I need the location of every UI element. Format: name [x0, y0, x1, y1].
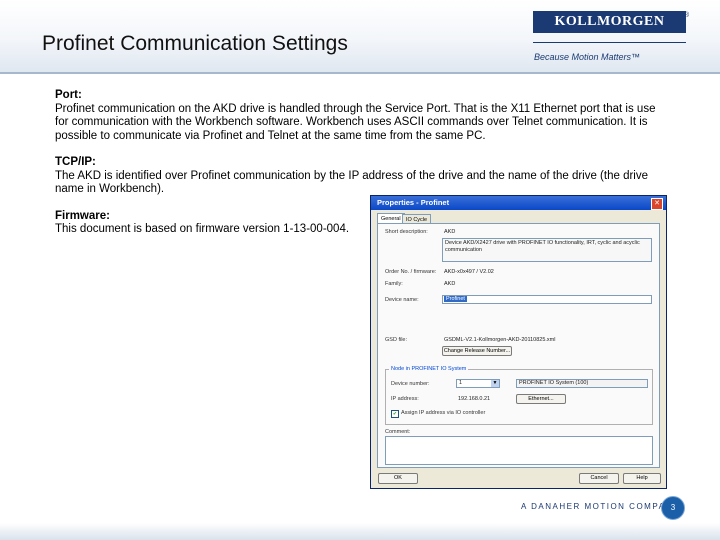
- general-panel: Short description: AKD Device AKD/X2427 …: [377, 223, 660, 468]
- chevron-down-icon[interactable]: ▼: [491, 380, 499, 387]
- change-release-button[interactable]: Change Release Number...: [442, 346, 512, 356]
- dialog-title: Properties - Profinet: [377, 198, 450, 207]
- footer-band: [0, 523, 720, 540]
- family-value: AKD: [444, 281, 456, 287]
- device-name-value: Profinet: [444, 296, 467, 302]
- ip-label: IP address:: [391, 396, 419, 402]
- page-title: Profinet Communication Settings: [42, 32, 348, 55]
- description-value: Device AKD/X2427 drive with PROFINET IO …: [445, 240, 640, 253]
- device-number-value: 1: [459, 380, 463, 386]
- port-text: Profinet communication on the AKD drive …: [55, 102, 656, 142]
- device-name-input[interactable]: Profinet: [442, 295, 652, 304]
- logo-divider: [533, 42, 686, 43]
- kollmorgen-logo: KOLLMORGEN: [533, 11, 686, 33]
- port-heading: Port:: [55, 89, 82, 101]
- ok-button[interactable]: OK: [378, 473, 418, 484]
- close-icon[interactable]: ✕: [651, 198, 663, 210]
- page-number: 3: [661, 496, 685, 520]
- order-label: Order No. / firmware:: [385, 269, 437, 275]
- tcpip-text: The AKD is identified over Profinet comm…: [55, 169, 648, 196]
- node-group-title: Node in PROFINET IO System: [389, 366, 469, 372]
- assign-ip-label: Assign IP address via IO controller: [401, 410, 486, 416]
- node-group: Node in PROFINET IO System Device number…: [385, 366, 653, 425]
- logo-registered-mark: ®: [684, 12, 690, 19]
- assign-ip-checkbox[interactable]: ✔: [391, 410, 399, 418]
- io-system-value: PROFINET IO System (100): [519, 380, 589, 386]
- family-label: Family:: [385, 281, 403, 287]
- ip-value: 192.168.0.21: [458, 396, 491, 402]
- dialog-titlebar[interactable]: Properties - Profinet ✕: [371, 196, 666, 210]
- device-name-label: Device name:: [385, 297, 419, 303]
- logo-tagline: Because Motion Matters™: [534, 52, 641, 62]
- description-field[interactable]: Device AKD/X2427 drive with PROFINET IO …: [442, 238, 652, 262]
- io-system-field: PROFINET IO System (100): [516, 379, 648, 388]
- order-value: AKD-x0x497 / V2.02: [444, 269, 494, 275]
- short-description-value: AKD: [444, 229, 456, 235]
- cancel-button[interactable]: Cancel: [579, 473, 619, 484]
- logo-brand: KOLLMORGEN: [554, 14, 665, 29]
- gsd-value: GSDML-V2.1-Kollmorgen-AKD-20110825.xml: [444, 337, 556, 343]
- header-divider: [0, 72, 720, 74]
- help-button[interactable]: Help: [623, 473, 661, 484]
- comment-textarea[interactable]: [385, 436, 653, 465]
- comment-label: Comment:: [385, 429, 411, 435]
- footer-company: A DANAHER MOTION COMPANY: [521, 502, 680, 511]
- ethernet-button[interactable]: Ethernet...: [516, 394, 566, 404]
- tcpip-heading: TCP/IP:: [55, 156, 96, 168]
- device-number-select[interactable]: 1 ▼: [456, 379, 500, 388]
- gsd-label: GSD file:: [385, 337, 408, 343]
- device-number-label: Device number:: [391, 381, 430, 387]
- properties-dialog: Properties - Profinet ✕ General IO Cycle…: [370, 195, 667, 489]
- short-description-label: Short description:: [385, 229, 428, 235]
